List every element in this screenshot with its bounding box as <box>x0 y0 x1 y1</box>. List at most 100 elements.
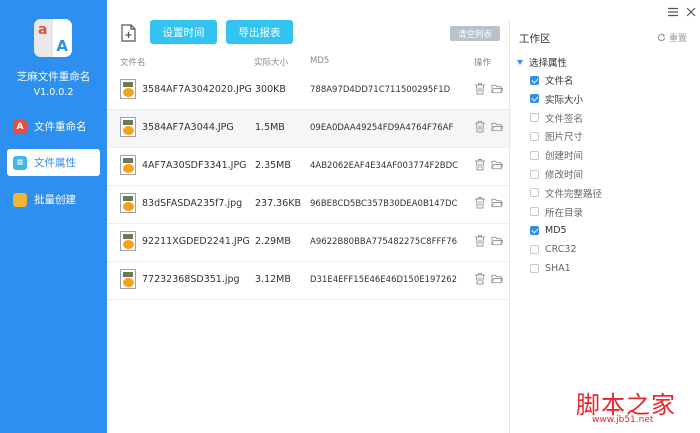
delete-icon[interactable] <box>474 158 486 171</box>
delete-icon[interactable] <box>474 120 486 133</box>
add-file-icon[interactable] <box>121 24 136 42</box>
delete-icon[interactable] <box>474 272 486 285</box>
file-attr-icon: ≡ <box>13 155 27 170</box>
col-header-md5: MD5 <box>310 56 330 66</box>
checkbox-icon[interactable] <box>530 263 539 273</box>
attribute-label: 文件签名 <box>545 113 584 125</box>
file-size: 3.12MB <box>255 274 291 285</box>
attribute-checkbox[interactable]: 修改时间 <box>530 167 583 181</box>
reset-label: 重置 <box>669 34 688 44</box>
attribute-checkbox[interactable]: 文件签名 <box>530 111 583 125</box>
checkbox-icon[interactable] <box>530 131 539 141</box>
watermark: 脚本之家 www.jb51.net <box>562 385 696 429</box>
attribute-group-toggle[interactable]: 选择属性 <box>517 55 567 69</box>
reset-button[interactable]: 重置 <box>657 31 687 44</box>
delete-icon[interactable] <box>474 234 486 247</box>
delete-icon[interactable] <box>474 196 486 209</box>
attribute-label: MD5 <box>545 224 567 236</box>
table-row[interactable]: 4AF7A30SDF3341.JPG 2.35MB 4AB2062EAF4E34AF… <box>107 148 509 186</box>
checkbox-icon[interactable] <box>530 75 539 85</box>
col-header-size: 实际大小 <box>254 58 289 68</box>
checkbox-icon[interactable] <box>530 169 539 179</box>
table-row[interactable]: 92211XGDED2241.JPG 2.29MB A9622B80BBA77548… <box>107 224 509 262</box>
file-size: 237.36KB <box>255 198 301 209</box>
image-file-icon <box>120 79 136 99</box>
nav-item-rename[interactable]: A 文件重命名 <box>7 113 100 140</box>
table-header: 文件名 实际大小 MD5 操作 <box>107 52 509 72</box>
checkbox-icon[interactable] <box>530 94 539 104</box>
file-md5: A9622B80BBA775482275C8FFF76 <box>310 237 458 247</box>
open-folder-icon[interactable] <box>491 158 503 171</box>
export-report-button[interactable]: 导出报表 <box>226 20 293 44</box>
table-row[interactable]: 77232368SD351.jpg 3.12MB D31E4EFF15E46E46D… <box>107 262 509 300</box>
file-name: 3584AF7A3044.JPG <box>142 122 234 133</box>
file-size: 300KB <box>255 84 286 95</box>
app-title: 芝麻文件重命名 <box>16 71 91 83</box>
open-folder-icon[interactable] <box>491 82 503 95</box>
set-time-button[interactable]: 设置时间 <box>150 20 217 44</box>
nav-item-batch-create[interactable]: 批量创建 <box>7 186 100 213</box>
file-md5: 09EA0DAA49254FD9A4764F76AF <box>310 123 454 133</box>
watermark-url: www.jb51.net <box>592 415 654 425</box>
table-row[interactable]: 83dSFASDA235f7.jpg 237.36KB 96BE8CD5BC357B… <box>107 186 509 224</box>
checkbox-icon[interactable] <box>530 207 539 217</box>
checkbox-icon[interactable] <box>530 244 539 254</box>
image-file-icon <box>120 193 136 213</box>
attribute-checkbox[interactable]: 创建时间 <box>530 148 583 162</box>
checkbox-icon[interactable] <box>530 150 539 160</box>
app-logo-icon: a A <box>34 19 72 57</box>
folder-icon <box>13 192 27 207</box>
main-panel: 设置时间 导出报表 清空列表 文件名 实际大小 MD5 操作 3584AF7A3… <box>107 0 509 433</box>
table-row[interactable]: 3584AF7A3044.JPG 1.5MB 09EA0DAA49254FD9A47… <box>107 110 509 148</box>
checkbox-icon[interactable] <box>530 188 539 198</box>
checkbox-icon[interactable] <box>530 225 539 235</box>
attribute-checkbox[interactable]: MD5 <box>530 223 567 237</box>
attribute-checkbox[interactable]: SHA1 <box>530 261 571 275</box>
image-file-icon <box>120 155 136 175</box>
nav-item-file-attr[interactable]: ≡ 文件属性 <box>7 149 100 176</box>
table-row[interactable]: 3584AF7A3042020.JPG 300KB 788A97D4DD71C711… <box>107 72 509 110</box>
image-file-icon <box>120 269 136 289</box>
open-folder-icon[interactable] <box>491 196 503 209</box>
attribute-label: 所在目录 <box>545 207 584 219</box>
attribute-checkbox[interactable]: 图片尺寸 <box>530 129 583 143</box>
attribute-checkbox[interactable]: 所在目录 <box>530 205 583 219</box>
file-size: 2.35MB <box>255 160 291 171</box>
file-name: 77232368SD351.jpg <box>142 274 240 285</box>
file-name: 3584AF7A3042020.JPG <box>142 84 252 95</box>
checkbox-icon[interactable] <box>530 113 539 123</box>
clear-list-button[interactable]: 清空列表 <box>450 26 500 41</box>
delete-icon[interactable] <box>474 82 486 95</box>
attribute-label: 文件完整路径 <box>545 188 603 200</box>
file-md5: 4AB2062EAF4E34AF003774F2BDC <box>310 161 459 171</box>
attribute-label: 图片尺寸 <box>545 132 584 144</box>
attribute-label: 实际大小 <box>545 94 584 106</box>
rename-icon: A <box>13 119 27 134</box>
file-name: 83dSFASDA235f7.jpg <box>142 198 243 209</box>
open-folder-icon[interactable] <box>491 272 503 285</box>
file-size: 2.29MB <box>255 236 291 247</box>
app-version: V1.0.0.2 <box>33 87 74 98</box>
col-header-name: 文件名 <box>120 58 146 68</box>
file-name: 4AF7A30SDF3341.JPG <box>142 160 247 171</box>
nav-item-label: 文件属性 <box>34 157 76 169</box>
attribute-checkbox[interactable]: 文件完整路径 <box>530 186 602 200</box>
attribute-checkbox[interactable]: CRC32 <box>530 242 576 256</box>
menu-icon[interactable] <box>668 7 678 17</box>
nav-item-label: 文件重命名 <box>34 121 87 133</box>
nav-item-label: 批量创建 <box>34 194 76 206</box>
attribute-group-label: 选择属性 <box>529 58 568 69</box>
open-folder-icon[interactable] <box>491 120 503 133</box>
file-md5: D31E4EFF15E46E46D150E197262 <box>310 275 458 285</box>
workspace-panel: 工作区 重置 选择属性 文件名实际大小文件签名图片尺寸创建时间修改时间文件完整路… <box>510 0 700 433</box>
image-file-icon <box>120 117 136 137</box>
open-folder-icon[interactable] <box>491 234 503 247</box>
attribute-checkbox[interactable]: 实际大小 <box>530 92 583 106</box>
close-icon[interactable] <box>686 7 696 17</box>
attribute-label: CRC32 <box>545 243 577 255</box>
file-size: 1.5MB <box>255 122 285 133</box>
attribute-label: 修改时间 <box>545 170 584 181</box>
workspace-title: 工作区 <box>519 33 551 45</box>
attribute-checkbox[interactable]: 文件名 <box>530 73 574 87</box>
image-file-icon <box>120 231 136 251</box>
